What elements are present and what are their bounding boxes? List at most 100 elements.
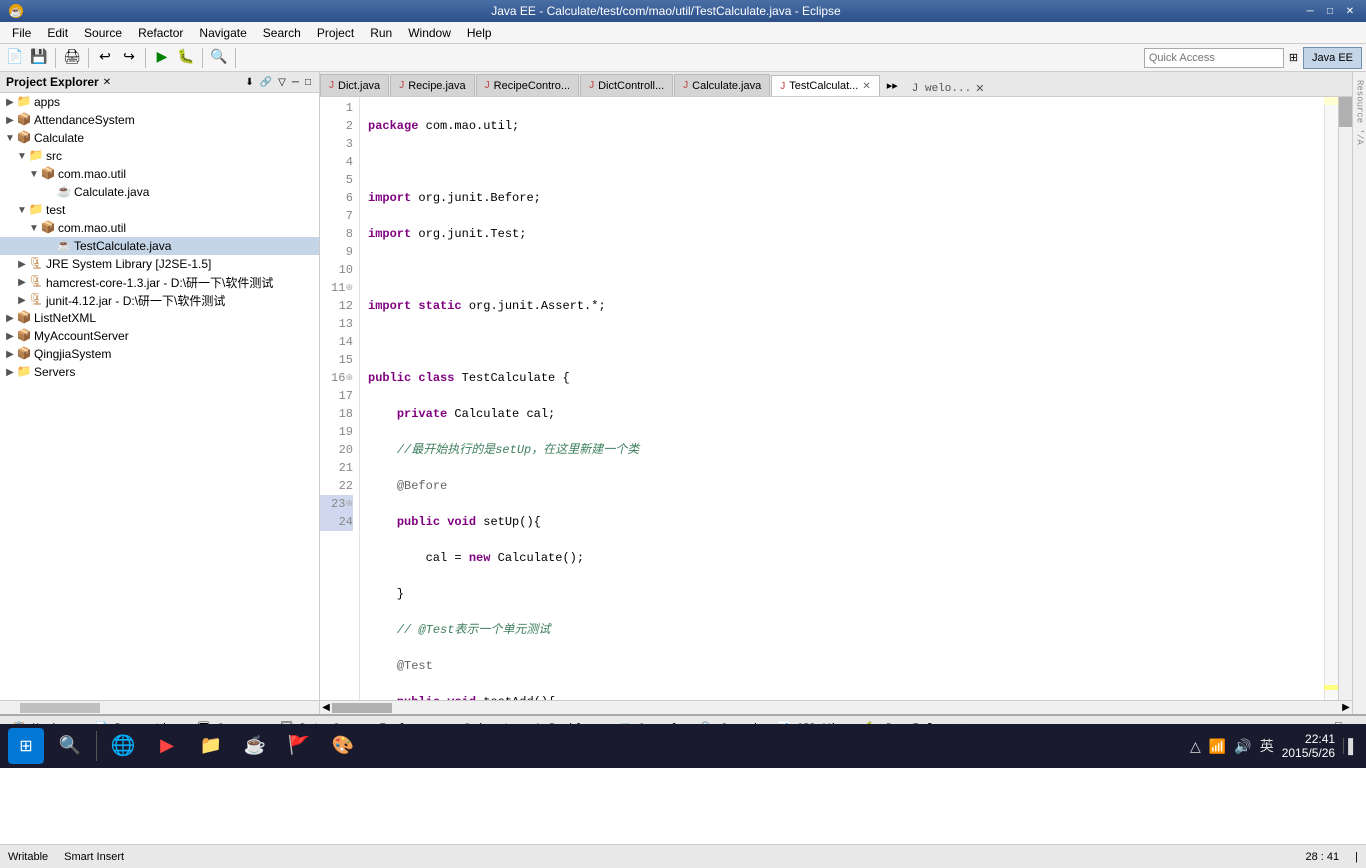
tree-item-myaccount[interactable]: ▶ 📦 MyAccountServer — [0, 327, 319, 345]
taskbar-separator — [96, 731, 97, 761]
tree-item-junit[interactable]: ▶ 🗜 junit-4.12.jar - D:\研一下\软件测试 — [0, 291, 319, 309]
tab-overflow-menu[interactable]: ▸▸ — [881, 76, 904, 96]
start-button[interactable]: ⊞ — [8, 728, 44, 764]
java-file-icon: J — [329, 80, 334, 91]
files-icon: 📁 — [200, 735, 222, 757]
tab-calculate-java[interactable]: J Calculate.java — [674, 74, 770, 96]
lang-icon[interactable]: 英 — [1260, 736, 1274, 756]
tree-item-calculatejava[interactable]: ▶ ☕ Calculate.java — [0, 183, 319, 201]
save-button[interactable]: 💾 — [28, 47, 50, 69]
explorer-minimize-icon[interactable]: ─ — [290, 76, 301, 89]
tree-item-calculate[interactable]: ▼ 📦 Calculate — [0, 129, 319, 147]
tree-item-listnetxml[interactable]: ▶ 📦 ListNetXML — [0, 309, 319, 327]
code-content[interactable]: package com.mao.util; import org.junit.B… — [360, 97, 1324, 700]
quick-access-input[interactable] — [1144, 48, 1284, 68]
tree-item-jre[interactable]: ▶ 🗜 JRE System Library [J2SE-1.5] — [0, 255, 319, 273]
tab-close-icon[interactable]: ✕ — [862, 81, 870, 92]
java-ee-perspective[interactable]: Java EE — [1303, 47, 1362, 69]
java-file-icon: J — [485, 80, 490, 91]
menu-window[interactable]: Window — [400, 24, 459, 42]
tree-item-package-src[interactable]: ▼ 📦 com.mao.util — [0, 165, 319, 183]
tree-item-test[interactable]: ▼ 📁 test — [0, 201, 319, 219]
tree-item-qingjia[interactable]: ▶ 📦 QingjiaSystem — [0, 345, 319, 363]
project-icon: 📦 — [16, 328, 32, 344]
explorer-menu-icon[interactable]: ▽ — [276, 76, 288, 89]
search-button[interactable]: 🔍 — [208, 47, 230, 69]
editor-hscrollbar[interactable]: ◀ ▶ — [320, 700, 1352, 714]
menu-run[interactable]: Run — [362, 24, 400, 42]
smart-insert-status: Smart Insert — [64, 851, 124, 863]
undo-button[interactable]: ↩ — [94, 47, 116, 69]
eclipse-taskbar-button[interactable]: ☕ — [237, 728, 273, 764]
tab-dict-java[interactable]: J Dict.java — [320, 74, 389, 96]
tab-dictcontroll[interactable]: J DictControll... — [580, 74, 673, 96]
date-display: 2015/5/26 — [1282, 746, 1335, 760]
package-icon: 📦 — [40, 166, 56, 182]
welo-close[interactable]: ✕ — [975, 82, 984, 96]
explorer-collapse-icon[interactable]: ⬇ — [243, 76, 255, 89]
flag-button[interactable]: 🚩 — [281, 728, 317, 764]
menu-file[interactable]: File — [4, 24, 39, 42]
tab-testcalculate[interactable]: J TestCalculat... ✕ — [771, 75, 879, 97]
menu-project[interactable]: Project — [309, 24, 362, 42]
menu-refactor[interactable]: Refactor — [130, 24, 191, 42]
explorer-link-icon[interactable]: 🔗 — [258, 76, 274, 89]
tree-item-package-test[interactable]: ▼ 📦 com.mao.util — [0, 219, 319, 237]
menu-edit[interactable]: Edit — [39, 24, 76, 42]
tree-item-src[interactable]: ▼ 📁 src — [0, 147, 319, 165]
volume-icon[interactable]: 🔊 — [1234, 738, 1251, 755]
explorer-hscroll[interactable] — [0, 700, 319, 714]
chrome-button[interactable]: 🌐 — [105, 728, 141, 764]
code-editor[interactable]: 1 2 3 4 5 6 7 8 9 10 11⊕ 12 13 14 15 16⊕… — [320, 97, 1352, 700]
tree-label: Calculate — [34, 131, 84, 145]
hscroll-thumb[interactable] — [20, 703, 100, 713]
java-file-icon: J — [399, 80, 404, 91]
new-button[interactable]: 📄 — [4, 47, 26, 69]
tree-label: apps — [34, 95, 60, 109]
paint-button[interactable]: 🎨 — [325, 728, 361, 764]
redo-button[interactable]: ↪ — [118, 47, 140, 69]
scroll-right-btn[interactable]: ▶ — [1340, 702, 1352, 714]
hscroll-track[interactable] — [332, 703, 1340, 713]
vertical-scrollbar[interactable] — [1338, 97, 1352, 700]
debug-button[interactable]: 🐛 — [175, 47, 197, 69]
network-icon[interactable]: 📶 — [1209, 738, 1226, 755]
explorer-body: ▶ 📁 apps ▶ 📦 AttendanceSystem ▼ 📦 Calcul… — [0, 93, 319, 700]
scroll-left-btn[interactable]: ◀ — [320, 702, 332, 714]
show-desktop-btn[interactable]: ▌ — [1343, 738, 1358, 754]
menu-navigate[interactable]: Navigate — [191, 24, 254, 42]
explorer-close-icon[interactable]: ✕ — [103, 77, 111, 88]
scrollbar-thumb[interactable] — [1339, 97, 1352, 127]
folder-icon: 📁 — [16, 364, 32, 380]
menu-help[interactable]: Help — [459, 24, 500, 42]
welo-tab[interactable]: J welo... — [912, 83, 971, 95]
minimize-button[interactable]: ─ — [1302, 3, 1318, 19]
media-button[interactable]: ▶ — [149, 728, 185, 764]
run-button[interactable]: ▶ — [151, 47, 173, 69]
tab-recipe-java[interactable]: J Recipe.java — [390, 74, 474, 96]
ruler-mark-yellow — [1324, 97, 1338, 105]
clock-area[interactable]: 22:41 2015/5/26 — [1282, 732, 1335, 760]
tree-label: MyAccountServer — [34, 329, 129, 343]
toolbar-separator-5 — [235, 48, 236, 68]
tab-recipecontro[interactable]: J RecipeContro... — [476, 74, 579, 96]
menu-search[interactable]: Search — [255, 24, 309, 42]
taskbar-right: △ 📶 🔊 英 22:41 2015/5/26 ▌ — [1190, 732, 1358, 760]
close-button[interactable]: ✕ — [1342, 3, 1358, 19]
explorer-maximize-icon[interactable]: □ — [303, 76, 313, 89]
jar-icon: 🗜 — [28, 274, 44, 290]
tree-item-servers[interactable]: ▶ 📁 Servers — [0, 363, 319, 381]
hscroll-thumb[interactable] — [332, 703, 392, 713]
maximize-button[interactable]: □ — [1322, 3, 1338, 19]
explorer-header: Project Explorer ✕ ⬇ 🔗 ▽ ─ □ — [0, 72, 319, 93]
tree-item-hamcrest[interactable]: ▶ 🗜 hamcrest-core-1.3.jar - D:\研一下\软件测试 — [0, 273, 319, 291]
menu-source[interactable]: Source — [76, 24, 130, 42]
files-button[interactable]: 📁 — [193, 728, 229, 764]
tree-item-testcalculate[interactable]: ▶ ☕ TestCalculate.java — [0, 237, 319, 255]
print-button[interactable]: 🖨 — [61, 47, 83, 69]
tree-item-apps[interactable]: ▶ 📁 apps — [0, 93, 319, 111]
tree-item-attendance[interactable]: ▶ 📦 AttendanceSystem — [0, 111, 319, 129]
show-desktop-icon[interactable]: △ — [1190, 738, 1201, 755]
perspective-layout-button[interactable]: ⊞ — [1284, 48, 1303, 68]
search-taskbar-button[interactable]: 🔍 — [52, 728, 88, 764]
